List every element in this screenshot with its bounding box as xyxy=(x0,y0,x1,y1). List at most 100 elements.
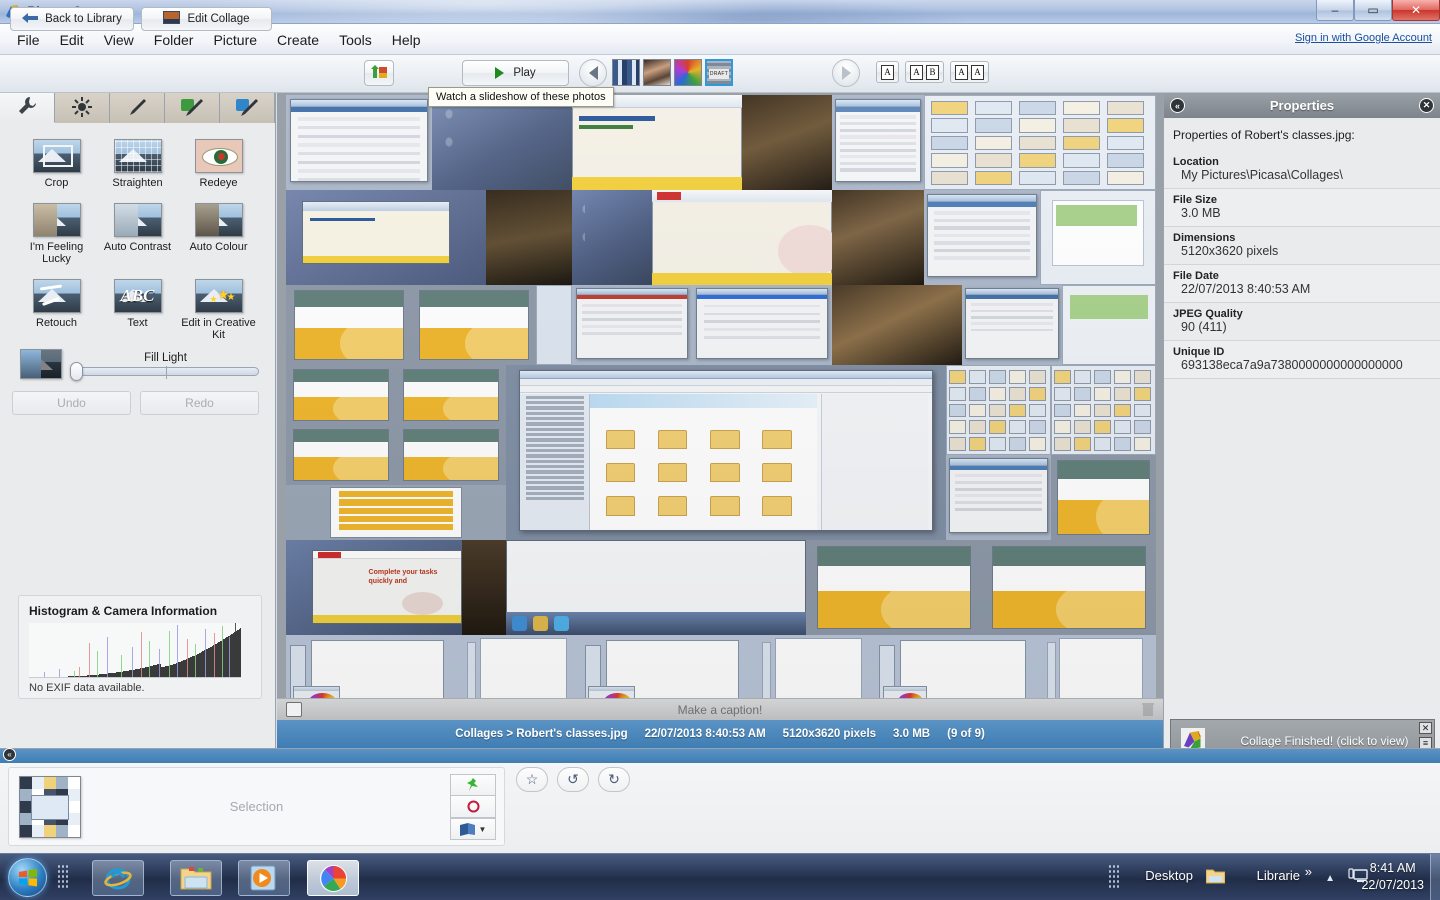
back-to-library-button[interactable]: Back to Library xyxy=(10,7,134,31)
tool-straighten[interactable]: Straighten xyxy=(97,139,178,189)
properties-collapse-icon[interactable]: « xyxy=(1170,98,1185,113)
undo-button[interactable]: Undo xyxy=(12,391,131,415)
previous-photo-button[interactable] xyxy=(579,59,607,87)
edit-collage-button[interactable]: Edit Collage xyxy=(141,7,272,31)
clear-circle-icon[interactable] xyxy=(450,796,496,818)
rotate-left-icon[interactable]: ↺ xyxy=(557,767,589,792)
start-orb-icon[interactable] xyxy=(8,858,47,897)
view-compare-button[interactable]: A A xyxy=(950,61,989,83)
feeling-lucky-icon xyxy=(32,203,81,237)
album-dropdown-icon[interactable]: ▼ xyxy=(450,818,496,840)
filmstrip[interactable]: DRAFT xyxy=(612,59,733,86)
taskbar-media-player[interactable] xyxy=(238,860,290,896)
filmstrip-thumb-4[interactable]: DRAFT xyxy=(705,59,733,86)
chevron-left-icon xyxy=(588,66,598,80)
play-slideshow-button[interactable]: Play xyxy=(462,60,569,86)
caption-bar[interactable]: Make a caption! xyxy=(277,698,1163,720)
property-value: 693138eca7a9a7380000000000000000 xyxy=(1181,358,1403,372)
rotate-right-icon[interactable]: ↻ xyxy=(598,767,630,792)
revert-edits-button[interactable] xyxy=(364,60,394,86)
tool-redeye[interactable]: Redeye xyxy=(178,139,259,189)
toolbar-overflow-icon[interactable]: » xyxy=(1305,864,1312,879)
tool-retouch[interactable]: Retouch xyxy=(16,279,97,341)
clock-time: 8:41 AM xyxy=(1369,861,1416,875)
taskbar-picasa[interactable] xyxy=(307,860,359,896)
notification-close-icon[interactable]: ✕ xyxy=(1419,722,1432,734)
effects-blue-tab[interactable] xyxy=(220,93,275,123)
chevron-right-icon xyxy=(841,66,851,80)
view-aa-2-label: A xyxy=(971,64,984,80)
view-ab-a-label: A xyxy=(910,64,923,80)
property-row: Location My Pictures\Picasa\Collages\ xyxy=(1164,151,1440,189)
effects-green-tab[interactable] xyxy=(165,93,220,123)
tool-edit-in-creative-kit[interactable]: ★ ★ ★ Edit in Creative Kit xyxy=(178,279,259,341)
basic-fixes-tab[interactable] xyxy=(0,93,55,123)
pin-icon[interactable] xyxy=(450,774,496,796)
menu-item-folder[interactable]: Folder xyxy=(144,29,204,51)
effects-tab[interactable] xyxy=(110,93,165,123)
caption-delete-icon[interactable] xyxy=(1142,702,1154,717)
collage-tile-cave-photo-4 xyxy=(832,285,962,365)
fill-light-slider[interactable] xyxy=(70,362,259,381)
bottom-bar: « Selection ▼ ☆ ↺ ↻ Share xyxy=(0,748,1440,853)
filmstrip-thumb-3[interactable] xyxy=(674,59,702,86)
menu-item-create[interactable]: Create xyxy=(267,29,329,51)
toolbar-libraries-label[interactable]: Librarie xyxy=(1257,868,1300,883)
fill-light-slider-handle[interactable] xyxy=(70,362,83,381)
tool-auto-contrast[interactable]: Auto Contrast xyxy=(97,203,178,265)
collage-tile-cave-photo-3 xyxy=(832,190,924,285)
tool-label: Auto Colour xyxy=(189,241,248,253)
menu-item-tools[interactable]: Tools xyxy=(329,29,382,51)
maximize-button[interactable]: ▭ xyxy=(1354,0,1392,21)
tool-crop[interactable]: Crop xyxy=(16,139,97,189)
menu-item-help[interactable]: Help xyxy=(382,29,431,51)
next-photo-button[interactable] xyxy=(832,59,860,87)
property-value: 90 (411) xyxy=(1181,320,1227,334)
taskbar-windows-explorer[interactable] xyxy=(170,860,222,896)
properties-list: Location My Pictures\Picasa\Collages\ File… xyxy=(1164,151,1440,379)
close-button[interactable]: ✕ xyxy=(1392,0,1440,21)
caption-edit-icon[interactable] xyxy=(286,702,302,717)
back-to-library-label: Back to Library xyxy=(45,13,122,25)
tuning-tab[interactable] xyxy=(55,93,110,123)
properties-header: « Properties ✕ xyxy=(1164,93,1440,118)
collage-tile-window xyxy=(946,455,1051,540)
taskbar-clock[interactable]: 8:41 AM 22/07/2013 xyxy=(1361,860,1424,894)
tool-i-m-feeling-lucky[interactable]: I'm Feeling Lucky xyxy=(16,203,97,265)
basic-fixes-tools: Crop Straighten Redeye I'm Feeling Lucky Aut… xyxy=(0,123,275,341)
taskbar-internet-explorer[interactable] xyxy=(92,860,144,896)
view-side-by-side-button[interactable]: A B xyxy=(905,61,944,83)
collage-tile-green-doc xyxy=(1040,190,1156,285)
tool-label: Text xyxy=(127,317,148,329)
filmstrip-thumb-1[interactable] xyxy=(612,59,640,86)
properties-close-icon[interactable]: ✕ xyxy=(1419,98,1434,113)
collage-tile-nero: Complete your tasks quickly and xyxy=(286,540,506,635)
taskbar-grip-1[interactable] xyxy=(57,864,69,890)
collage-tile-window xyxy=(286,95,432,190)
show-desktop-button[interactable] xyxy=(1430,854,1440,900)
menu-item-file[interactable]: File xyxy=(7,29,50,51)
clock-date: 22/07/2013 xyxy=(1361,878,1424,892)
tray-collapse-icon[interactable]: « xyxy=(3,748,16,761)
star-icon[interactable]: ☆ xyxy=(516,767,548,792)
sign-in-link[interactable]: Sign in with Google Account xyxy=(1295,32,1432,44)
tool-text[interactable]: ABC Text xyxy=(97,279,178,341)
tool-auto-colour[interactable]: Auto Colour xyxy=(178,203,259,265)
taskbar-grip-2[interactable] xyxy=(1108,864,1120,890)
exif-note: No EXIF data available. xyxy=(29,682,145,694)
revert-arrows-icon xyxy=(370,64,388,83)
menu-item-picture[interactable]: Picture xyxy=(203,29,267,51)
minimize-button[interactable]: – xyxy=(1316,0,1354,21)
view-single-button[interactable]: A xyxy=(876,61,899,83)
redo-button[interactable]: Redo xyxy=(140,391,259,415)
show-hidden-icons[interactable]: ▲ xyxy=(1325,873,1335,884)
menu-item-view[interactable]: View xyxy=(94,29,144,51)
libraries-folder-icon xyxy=(1205,868,1226,887)
creative-kit-icon: ★ ★ ★ xyxy=(194,279,243,313)
filmstrip-thumb-2[interactable] xyxy=(643,59,671,86)
menu-item-edit[interactable]: Edit xyxy=(50,29,94,51)
toolbar-desktop-label[interactable]: Desktop xyxy=(1145,868,1193,883)
auto-contrast-icon xyxy=(113,203,162,237)
collage-image[interactable]: Complete your tasks quickly and xyxy=(286,95,1156,720)
play-label: Play xyxy=(513,67,536,79)
